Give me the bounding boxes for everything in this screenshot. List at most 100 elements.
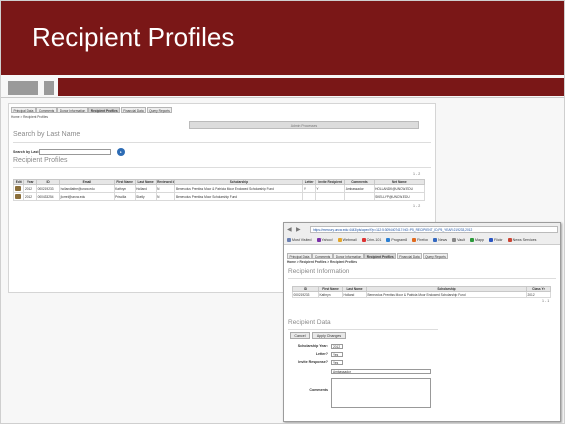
table-cell: SKELLYP@UNCW.EDU xyxy=(373,192,426,201)
pager[interactable]: 1 - 1 xyxy=(542,299,549,303)
col-header: Last Name xyxy=(342,286,367,292)
tab-comments[interactable]: Comments xyxy=(36,107,57,113)
table-cell xyxy=(314,192,346,201)
tab-financial-data[interactable]: Financial Data xyxy=(120,107,147,113)
col-header: First Name xyxy=(113,179,136,185)
tab-comments[interactable]: Comments xyxy=(312,253,333,259)
recipient-info-table: ID First Name Last Name Scholarship Clas… xyxy=(292,286,551,298)
info-section-title: Recipient Information xyxy=(288,268,350,275)
app-tabs: Principal Data Comments Donor Informatio… xyxy=(11,107,173,113)
table-cell: Holland xyxy=(342,291,367,298)
invite-response-label: Invite Response? xyxy=(298,360,328,364)
bookmark-icon xyxy=(386,238,391,243)
admin-processes-button[interactable]: Admin Processes xyxy=(189,121,419,129)
bookmark-icon xyxy=(337,238,342,243)
bookmark-icon xyxy=(287,238,291,243)
apply-changes-button[interactable]: Apply Changes xyxy=(312,332,346,339)
tab-donor-information[interactable]: Donor Information xyxy=(57,107,88,113)
letter-select[interactable]: Yes xyxy=(331,352,343,357)
slide-title: Recipient Profiles xyxy=(32,22,235,52)
data-section-title: Recipient Data xyxy=(288,319,331,326)
ambassador-field[interactable]: Ambassador xyxy=(331,369,431,374)
edit-icon[interactable] xyxy=(14,186,21,191)
tab-principal-data[interactable]: Principal Data xyxy=(287,253,312,259)
recipient-table: Edit Year ID Email First Name Last Name … xyxy=(12,179,426,201)
bookmark-item[interactable]: Yahoo! xyxy=(316,236,333,244)
bookmark-item[interactable]: Webmail xyxy=(337,236,357,244)
table-cell: Y xyxy=(314,184,346,193)
tab-donor-information[interactable]: Donor Information xyxy=(333,253,364,259)
table-cell: jlorrel@uncw.edu xyxy=(59,192,115,201)
browser-toolbar: ◀ ▶ https://mercury.uncw.edu:4443/pls/ap… xyxy=(284,223,560,245)
table-row: 2012 000433254 jlorrel@uncw.edu Priscill… xyxy=(12,192,426,201)
search-go-icon[interactable]: ► xyxy=(117,148,125,156)
bookmark-item[interactable]: Crim-101 xyxy=(361,236,381,244)
col-header: Reviewed Ind xyxy=(155,179,176,185)
table-cell: Benevolus Prentiss Moor Scholarship Fund xyxy=(174,192,304,201)
col-header: Invite Recipient xyxy=(314,179,346,185)
bookmark-icon xyxy=(489,238,494,243)
table-cell: Holland xyxy=(134,184,157,193)
scholarship-year-field[interactable]: 2012 xyxy=(331,344,343,349)
url-bar[interactable]: https://mercury.uncw.edu:4443/pls/apex/f… xyxy=(310,226,558,233)
bookmark-item[interactable]: Mapp xyxy=(470,236,484,244)
section-divider xyxy=(288,329,438,330)
table-cell: Skelly xyxy=(134,192,157,201)
scholarship-year-label: Scholarship Year: xyxy=(297,344,328,348)
section-divider xyxy=(13,142,431,143)
bookmark-item[interactable]: Vault xyxy=(452,236,465,244)
screenshot-recipient-detail: ◀ ▶ https://mercury.uncw.edu:4443/pls/ap… xyxy=(283,222,561,422)
app-tabs: Principal Data Comments Donor Informatio… xyxy=(287,253,449,259)
bookmark-icon xyxy=(361,238,366,243)
breadcrumb[interactable]: Home > Recipient Profiles xyxy=(11,115,48,119)
tab-recipient-profiles[interactable]: Recipient Profiles xyxy=(88,107,121,113)
comments-textarea[interactable] xyxy=(331,378,431,408)
back-icon[interactable]: ◀ xyxy=(287,226,292,233)
cancel-button[interactable]: Cancel xyxy=(290,332,310,339)
profiles-section-title: Recipient Profiles xyxy=(13,157,68,164)
tab-query-reports[interactable]: Query Reports xyxy=(146,107,173,113)
table-cell: HOLLANDK@UNCW.EDU xyxy=(373,184,426,193)
table-cell: 2012 xyxy=(526,291,551,298)
bookmark-item[interactable]: News Services xyxy=(507,236,536,244)
table-row: 2012 000219233 hollandlattre@uncw.edu Ka… xyxy=(12,184,426,193)
table-cell: 000433254 xyxy=(36,192,61,201)
bookmarks-bar: Most Visited Yahoo! Webmail Crim-101 Pro… xyxy=(287,236,560,244)
pager-top[interactable]: 1 - 2 xyxy=(413,172,420,176)
tab-query-reports[interactable]: Query Reports xyxy=(422,253,449,259)
comments-label: Comments xyxy=(309,388,328,392)
table-cell: Kathryn xyxy=(318,291,343,298)
bookmark-icon xyxy=(433,238,438,243)
search-section-title: Search by Last Name xyxy=(13,131,81,138)
bookmark-icon xyxy=(507,238,512,243)
bookmark-item[interactable]: News xyxy=(433,236,447,244)
tab-principal-data[interactable]: Principal Data xyxy=(11,107,36,113)
section-divider xyxy=(13,167,431,168)
tab-recipient-profiles[interactable]: Recipient Profiles xyxy=(364,253,397,259)
breadcrumb[interactable]: Home > Recipient Profiles > Recipient Pr… xyxy=(287,260,357,264)
edit-cell[interactable] xyxy=(12,184,25,193)
invite-response-select[interactable]: Yes xyxy=(331,360,343,365)
accent-bar xyxy=(0,78,565,98)
accent-red-bar xyxy=(58,78,565,96)
accent-block-small xyxy=(44,81,54,95)
title-band: Recipient Profiles xyxy=(0,0,565,75)
table-cell: 000219233 xyxy=(36,184,61,193)
edit-icon[interactable] xyxy=(14,194,21,199)
bookmark-item[interactable]: Flickr xyxy=(489,236,503,244)
search-input[interactable] xyxy=(39,149,111,155)
forward-icon[interactable]: ▶ xyxy=(296,226,301,233)
bookmark-item[interactable]: Firefox xyxy=(412,236,428,244)
table-cell: 000219233 xyxy=(292,291,319,298)
table-cell: hollandlattre@uncw.edu xyxy=(59,184,115,193)
tab-financial-data[interactable]: Financial Data xyxy=(396,253,423,259)
pager-bottom[interactable]: 1 - 2 xyxy=(413,204,420,208)
edit-cell[interactable] xyxy=(12,192,25,201)
section-divider xyxy=(288,278,556,279)
bookmark-item[interactable]: Program8 xyxy=(386,236,407,244)
bookmark-icon xyxy=(452,238,457,243)
bookmark-icon xyxy=(316,238,321,243)
table-cell xyxy=(302,192,316,201)
bookmark-item[interactable]: Most Visited xyxy=(287,236,312,244)
table-cell: 2012 xyxy=(23,192,38,201)
